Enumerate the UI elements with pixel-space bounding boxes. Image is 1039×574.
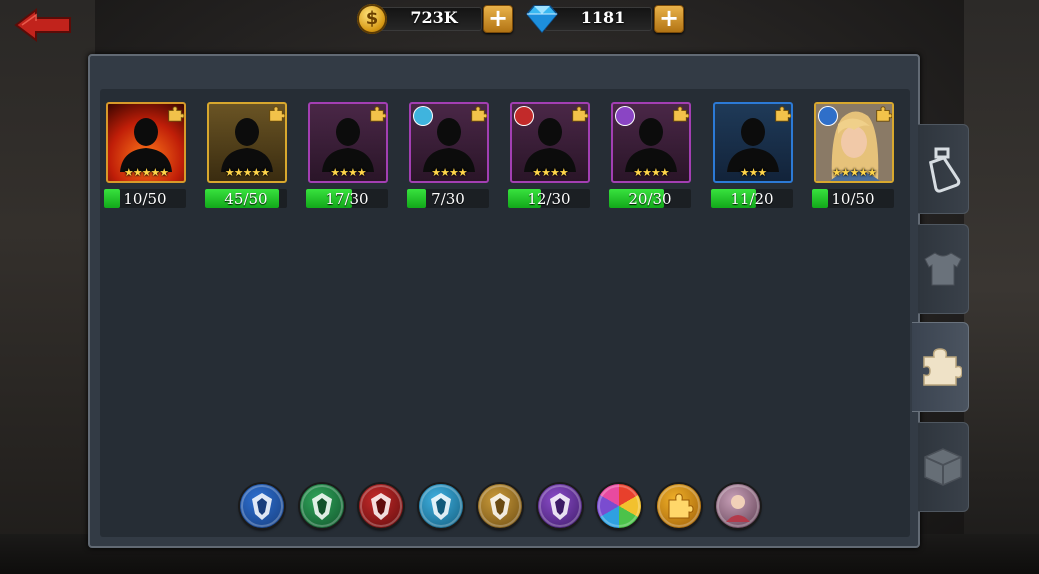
green-faction-filter-button[interactable] — [300, 484, 344, 528]
tab-potions[interactable] — [918, 124, 969, 214]
hero-portrait-icon — [717, 485, 759, 527]
puzzle-icon — [923, 348, 962, 386]
back-arrow-icon[interactable] — [14, 8, 74, 42]
faction-badge-icon — [414, 107, 432, 125]
hero-portrait-filter-button[interactable] — [716, 484, 760, 528]
background-right-building — [964, 0, 1039, 574]
all-colors-filter-button[interactable] — [597, 484, 641, 528]
skull-faction-icon — [420, 485, 462, 527]
blue-faction-filter-button[interactable] — [240, 484, 284, 528]
gold-coin-icon: $ — [357, 4, 387, 34]
fragment-count: 10/50 — [123, 190, 167, 208]
hero-fragment-card[interactable]: ★★★ 11/20 — [711, 102, 793, 210]
puzzle-piece-icon — [775, 106, 791, 122]
fragment-count: 12/30 — [527, 190, 571, 208]
star-rating: ★★★★★ — [831, 166, 877, 179]
gold-faction-icon — [479, 485, 521, 527]
background-left-building — [0, 0, 95, 574]
puzzle-piece-icon — [572, 106, 588, 122]
hero-fragment-card[interactable]: ★★★★★ 45/50 — [205, 102, 287, 210]
star-rating: ★★★★ — [532, 166, 568, 179]
gem-icon — [526, 5, 558, 34]
hero-fragment-card[interactable]: ★★★★ 17/30 — [306, 102, 388, 210]
fragment-progress-bar: 10/50 — [104, 189, 186, 208]
gem-amount: 1181 — [580, 8, 626, 27]
fragment-count: 45/50 — [224, 190, 268, 208]
green-faction-icon — [301, 485, 343, 527]
fragment-progress-bar: 11/20 — [711, 189, 793, 208]
star-rating: ★★★★ — [633, 166, 669, 179]
puzzle-piece-icon — [168, 106, 184, 122]
red-faction-icon — [360, 485, 402, 527]
hero-fragment-card[interactable]: ★★★★ 12/30 — [508, 102, 590, 210]
tab-armor[interactable] — [918, 224, 969, 314]
puzzle-filter-filter-button[interactable] — [657, 484, 701, 528]
add-gold-button[interactable]: + — [483, 5, 513, 33]
hero-fragment-card[interactable]: ★★★★ 7/30 — [407, 102, 489, 210]
hero-fragment-card[interactable]: ★★★★ 20/30 — [609, 102, 691, 210]
fragment-progress-bar: 10/50 — [812, 189, 894, 208]
all-colors-icon — [598, 485, 640, 527]
blue-faction-icon — [241, 485, 283, 527]
fragment-progress-bar: 7/30 — [407, 189, 489, 208]
hero-fragment-card[interactable]: ★★★★★ 10/50 — [812, 102, 894, 210]
purple-faction-filter-button[interactable] — [538, 484, 582, 528]
faction-badge-icon — [616, 107, 634, 125]
star-rating: ★★★★ — [431, 166, 467, 179]
tab-items[interactable] — [918, 422, 969, 512]
add-gems-button[interactable]: + — [654, 5, 684, 33]
fragment-progress-bar: 20/30 — [609, 189, 691, 208]
puzzle-filter-icon — [658, 485, 700, 527]
fragment-count: 17/30 — [325, 190, 369, 208]
fragment-count: 10/50 — [831, 190, 875, 208]
star-rating: ★★★★★ — [123, 166, 169, 179]
fragment-progress-bar: 12/30 — [508, 189, 590, 208]
puzzle-piece-icon — [471, 106, 487, 122]
red-faction-filter-button[interactable] — [359, 484, 403, 528]
fragment-count: 20/30 — [628, 190, 672, 208]
hero-fragment-card[interactable]: ★★★★★ 10/50 — [104, 102, 186, 210]
armor-icon — [924, 252, 962, 286]
puzzle-piece-icon — [673, 106, 689, 122]
puzzle-piece-icon — [370, 106, 386, 122]
gold-amount: 723K — [410, 8, 458, 27]
fragment-count: 7/30 — [431, 190, 465, 208]
star-rating: ★★★★ — [330, 166, 366, 179]
puzzle-piece-icon — [269, 106, 285, 122]
fragment-progress-bar: 45/50 — [205, 189, 287, 208]
faction-badge-icon — [515, 107, 533, 125]
faction-badge-icon — [819, 107, 837, 125]
puzzle-piece-icon — [876, 106, 892, 122]
fragment-count: 11/20 — [730, 190, 774, 208]
fragment-progress-bar: 17/30 — [306, 189, 388, 208]
star-rating: ★★★★★ — [224, 166, 270, 179]
potion-icon — [928, 147, 961, 193]
purple-faction-icon — [539, 485, 581, 527]
gold-faction-filter-button[interactable] — [478, 484, 522, 528]
star-rating: ★★★ — [739, 166, 768, 179]
box-icon — [924, 448, 962, 486]
skull-faction-filter-button[interactable] — [419, 484, 463, 528]
tab-fragments[interactable] — [912, 322, 969, 412]
